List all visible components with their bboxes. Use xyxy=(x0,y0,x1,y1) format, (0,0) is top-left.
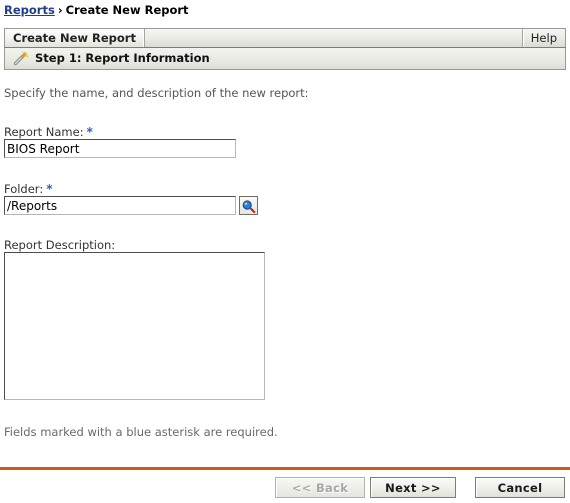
search-icon xyxy=(240,199,257,214)
required-asterisk-icon: * xyxy=(46,182,53,196)
wand-icon xyxy=(12,50,29,67)
report-name-label: Report Name: * xyxy=(4,125,93,139)
tab-bar: Create New Report Help xyxy=(4,28,566,48)
footer-divider xyxy=(0,467,570,470)
report-description-label: Report Description: xyxy=(4,238,115,252)
tab-create-new-report[interactable]: Create New Report xyxy=(5,29,145,47)
folder-input[interactable] xyxy=(4,196,236,215)
report-name-label-text: Report Name: xyxy=(4,125,84,139)
next-button[interactable]: Next >> xyxy=(370,477,456,498)
form-intro-text: Specify the name, and description of the… xyxy=(4,86,309,100)
breadcrumb-current: Create New Report xyxy=(65,3,189,17)
step-header: Step 1: Report Information xyxy=(4,48,566,70)
required-fields-note: Fields marked with a blue asterisk are r… xyxy=(4,425,278,439)
folder-browse-button[interactable] xyxy=(239,196,258,215)
required-asterisk-icon: * xyxy=(86,125,93,139)
report-description-label-text: Report Description: xyxy=(4,238,116,252)
folder-label: Folder: * xyxy=(4,182,53,196)
help-link[interactable]: Help xyxy=(521,29,565,47)
breadcrumb-link-reports[interactable]: Reports xyxy=(4,3,55,17)
report-name-input[interactable] xyxy=(4,139,236,158)
breadcrumb: Reports › Create New Report xyxy=(4,2,189,20)
back-button[interactable]: << Back xyxy=(275,477,365,498)
folder-label-text: Folder: xyxy=(4,182,44,196)
breadcrumb-separator-icon: › xyxy=(57,3,63,17)
report-description-input[interactable] xyxy=(4,252,265,400)
cancel-button[interactable]: Cancel xyxy=(475,477,565,498)
step-title: Step 1: Report Information xyxy=(35,51,210,65)
